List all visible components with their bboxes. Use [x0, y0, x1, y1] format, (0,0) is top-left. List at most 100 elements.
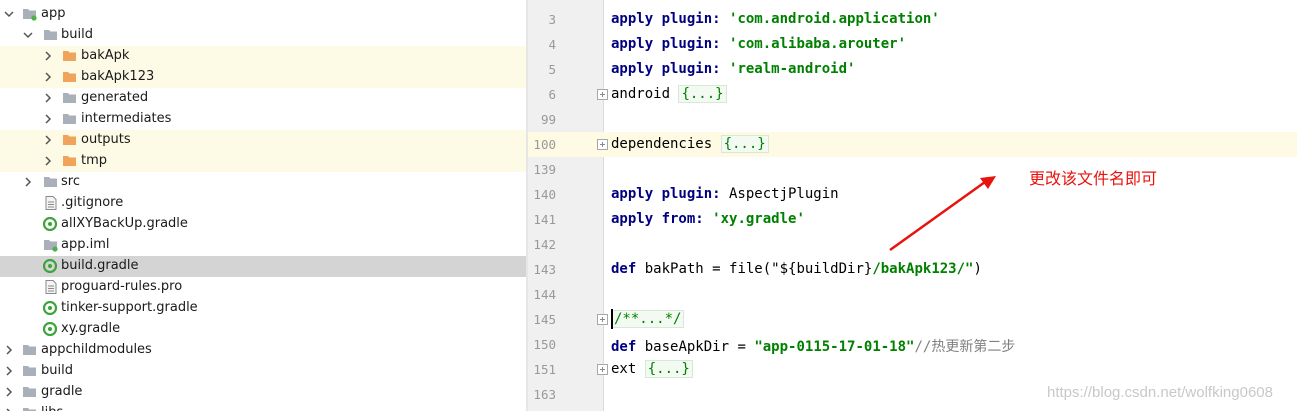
line-number: 3 — [548, 12, 556, 27]
fold-expand-icon[interactable] — [597, 364, 608, 375]
string-literal: 'com.android.application' — [729, 11, 940, 27]
folder-icon — [62, 112, 78, 126]
chevron-right-icon[interactable] — [3, 407, 15, 411]
chevron-right-icon[interactable] — [3, 386, 15, 398]
folder-icon — [22, 385, 38, 399]
tree-item-label: generated — [81, 90, 149, 105]
tree-item-generated[interactable]: generated — [0, 88, 526, 109]
line-number: 163 — [533, 387, 556, 402]
string-literal: 'com.alibaba.arouter' — [729, 36, 907, 52]
tree-item-root-build[interactable]: build — [0, 361, 526, 382]
chevron-right-icon[interactable] — [42, 134, 54, 146]
code-comment: //热更新第二步 — [914, 339, 1016, 355]
watermark: https://blog.csdn.net/wolfking0608 — [1047, 384, 1273, 401]
fold-expand-icon[interactable] — [597, 89, 608, 100]
tree-item-app-iml[interactable]: app.iml — [0, 235, 526, 256]
keyword: apply plugin: — [611, 186, 721, 202]
chevron-down-icon[interactable] — [3, 8, 15, 20]
code-line[interactable]: apply plugin: 'realm-android' — [611, 61, 855, 77]
line-number: 142 — [533, 237, 556, 252]
keyword: def — [611, 339, 637, 355]
code-line[interactable]: apply plugin: 'com.android.application' — [611, 11, 940, 27]
tree-item-build-gradle[interactable]: build.gradle — [0, 256, 526, 277]
line-number: 141 — [533, 212, 556, 227]
tree-item-label: build — [61, 27, 93, 42]
code-line[interactable]: ext {...} — [611, 360, 693, 378]
code-text: ) — [973, 261, 982, 277]
code-line[interactable]: /**...*/ — [611, 310, 685, 328]
tree-item-app[interactable]: app — [0, 4, 526, 25]
keyword: apply plugin: — [611, 61, 721, 77]
code-line[interactable]: def bakPath = file("${buildDir}/bakApk12… — [611, 261, 982, 277]
line-number: 144 — [533, 287, 556, 302]
tree-item-proguard-rules[interactable]: proguard-rules.pro — [0, 277, 526, 298]
module-file-icon — [43, 238, 59, 252]
tree-item-xy-gradle[interactable]: xy.gradle — [0, 319, 526, 340]
keyword: def — [611, 261, 637, 277]
folder-icon — [22, 364, 38, 378]
tree-item-appchildmodules[interactable]: appchildmodules — [0, 340, 526, 361]
code-line[interactable]: android {...} — [611, 85, 727, 103]
tree-item-label: proguard-rules.pro — [61, 279, 183, 294]
tree-item-label: app — [41, 6, 66, 21]
code-line[interactable]: def baseApkDir = "app-0115-17-01-18"//热更… — [611, 336, 1015, 356]
tree-item-label: tmp — [81, 153, 108, 168]
tree-item-src[interactable]: src — [0, 172, 526, 193]
tree-item-bakapk123[interactable]: bakApk123 — [0, 67, 526, 88]
line-number: 150 — [533, 337, 556, 352]
folder-icon — [62, 91, 78, 105]
excluded-folder-icon — [62, 70, 78, 84]
code-line[interactable]: apply plugin: 'com.alibaba.arouter' — [611, 36, 906, 52]
string-literal: "app-0115-17-01-18" — [754, 339, 915, 355]
tree-item-gradle[interactable]: gradle — [0, 382, 526, 403]
project-tree[interactable]: app build bakApk bakApk123 generated int… — [0, 0, 526, 411]
line-number: 100 — [533, 137, 556, 152]
tree-item-intermediates[interactable]: intermediates — [0, 109, 526, 130]
chevron-down-icon[interactable] — [22, 29, 34, 41]
string-literal: /bakApk123/" — [872, 261, 974, 277]
chevron-right-icon[interactable] — [42, 71, 54, 83]
folder-icon — [22, 406, 38, 411]
code-line[interactable]: apply plugin: AspectjPlugin — [611, 186, 839, 202]
tree-item-label: build — [41, 363, 73, 378]
chevron-right-icon[interactable] — [42, 50, 54, 62]
code-text: android — [611, 86, 679, 102]
chevron-right-icon[interactable] — [42, 155, 54, 167]
gradle-file-icon — [43, 259, 59, 273]
folded-comment[interactable]: /**...*/ — [611, 310, 685, 328]
folded-block[interactable]: {...} — [644, 360, 693, 378]
code-line[interactable]: apply from: 'xy.gradle' — [611, 211, 805, 227]
tree-item-label: libs — [41, 405, 63, 411]
text-file-icon — [43, 280, 59, 294]
tree-item-tmp[interactable]: tmp — [0, 151, 526, 172]
fold-expand-icon[interactable] — [597, 314, 608, 325]
tree-item-gitignore[interactable]: .gitignore — [0, 193, 526, 214]
chevron-right-icon[interactable] — [22, 176, 34, 188]
line-number: 5 — [548, 62, 556, 77]
tree-item-libs[interactable]: libs — [0, 403, 526, 411]
line-number: 99 — [540, 112, 556, 127]
chevron-right-icon[interactable] — [3, 344, 15, 356]
chevron-right-icon[interactable] — [3, 365, 15, 377]
tree-item-outputs[interactable]: outputs — [0, 130, 526, 151]
chevron-right-icon[interactable] — [42, 113, 54, 125]
keyword: apply from: — [611, 211, 704, 227]
tree-item-tinker-support-gradle[interactable]: tinker-support.gradle — [0, 298, 526, 319]
gradle-file-icon — [43, 301, 59, 315]
code-line[interactable]: dependencies {...} — [611, 135, 769, 153]
fold-expand-icon[interactable] — [597, 139, 608, 150]
tree-item-bakapk[interactable]: bakApk — [0, 46, 526, 67]
keyword: apply plugin: — [611, 11, 721, 27]
module-folder-icon — [22, 7, 38, 21]
tree-item-label: outputs — [81, 132, 131, 147]
tree-item-label: xy.gradle — [61, 321, 121, 336]
chevron-right-icon[interactable] — [42, 92, 54, 104]
tree-item-allxybackup-gradle[interactable]: allXYBackUp.gradle — [0, 214, 526, 235]
folded-block[interactable]: {...} — [720, 135, 769, 153]
line-number: 6 — [548, 87, 556, 102]
tree-item-build[interactable]: build — [0, 25, 526, 46]
tree-item-label: app.iml — [61, 237, 110, 252]
folded-block[interactable]: {...} — [678, 85, 727, 103]
excluded-folder-icon — [62, 49, 78, 63]
